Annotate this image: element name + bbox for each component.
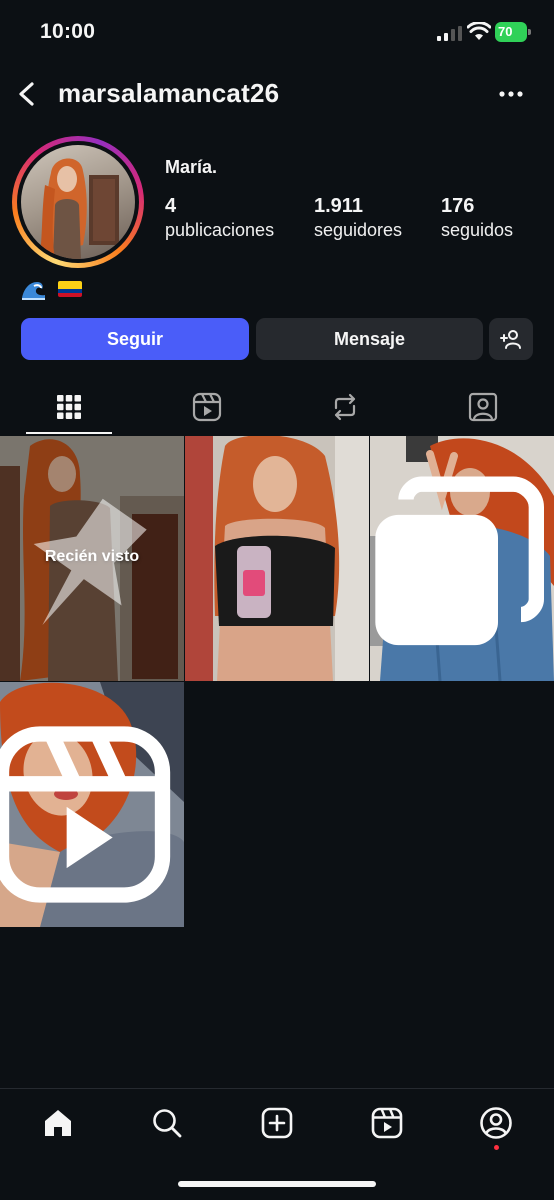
notification-dot xyxy=(494,1145,499,1150)
reposts-icon xyxy=(334,393,356,421)
more-options-icon[interactable] xyxy=(496,86,526,102)
tab-grid[interactable] xyxy=(0,380,138,434)
search-icon xyxy=(153,1109,182,1138)
avatar[interactable] xyxy=(21,145,135,259)
create-icon xyxy=(261,1107,293,1139)
add-user-icon xyxy=(500,330,521,349)
following-count-label: seguidos xyxy=(441,220,514,240)
tab-tagged[interactable] xyxy=(414,380,552,434)
story-ring[interactable] xyxy=(12,136,144,268)
nav-profile[interactable] xyxy=(478,1105,514,1141)
following-count-value: 176 xyxy=(441,195,475,217)
colombia-flag-icon xyxy=(58,281,82,297)
suggested-users-button[interactable] xyxy=(489,318,533,360)
grid-post[interactable]: Recién visto xyxy=(0,436,184,681)
status-bar: 10:00 70 xyxy=(0,0,554,66)
cellular-signal-icon xyxy=(437,26,462,41)
wifi-icon xyxy=(467,22,491,40)
profile-tabs xyxy=(0,380,554,436)
followers-count[interactable]: 1.911 seguidores xyxy=(314,194,402,242)
active-tab-indicator xyxy=(26,432,112,434)
profile-username: marsalamancat26 xyxy=(58,78,280,108)
following-count[interactable]: 176 seguidos xyxy=(441,194,513,242)
bio xyxy=(20,278,82,300)
tagged-icon xyxy=(468,392,498,422)
nav-search[interactable] xyxy=(149,1105,185,1141)
grid-post[interactable] xyxy=(370,436,554,681)
grid-icon xyxy=(57,395,81,419)
nav-home[interactable] xyxy=(40,1105,76,1141)
follow-button[interactable]: Seguir xyxy=(21,318,249,360)
wave-emoji-icon xyxy=(22,282,45,300)
profile-header: marsalamancat26 xyxy=(0,66,554,122)
tab-reposts[interactable] xyxy=(276,380,414,434)
carousel-icon xyxy=(375,476,544,646)
display-name: María. xyxy=(165,157,218,177)
posts-count-value: 4 xyxy=(165,195,177,217)
message-button[interactable]: Mensaje xyxy=(256,318,483,360)
battery-level: 70 xyxy=(495,22,527,42)
home-indicator[interactable] xyxy=(178,1181,376,1187)
grid-post[interactable] xyxy=(0,682,184,927)
posts-count-label: publicaciones xyxy=(165,220,275,240)
reels-icon xyxy=(192,392,222,422)
reel-icon xyxy=(0,726,171,903)
posts-count: 4 publicaciones xyxy=(165,194,274,242)
back-arrow-icon[interactable] xyxy=(14,80,40,108)
followers-count-label: seguidores xyxy=(314,220,403,240)
reels-icon xyxy=(371,1107,403,1139)
pin-icon xyxy=(33,498,147,626)
profile-icon xyxy=(480,1107,512,1139)
home-icon xyxy=(45,1110,71,1136)
status-time: 10:00 xyxy=(40,20,96,43)
post-photo xyxy=(185,436,369,681)
battery-icon: 70 xyxy=(495,22,531,42)
nav-reels[interactable] xyxy=(369,1105,405,1141)
followers-count-value: 1.911 xyxy=(314,195,363,217)
nav-create[interactable] xyxy=(259,1105,295,1141)
tab-reels[interactable] xyxy=(138,380,276,434)
grid-post[interactable] xyxy=(185,436,369,681)
